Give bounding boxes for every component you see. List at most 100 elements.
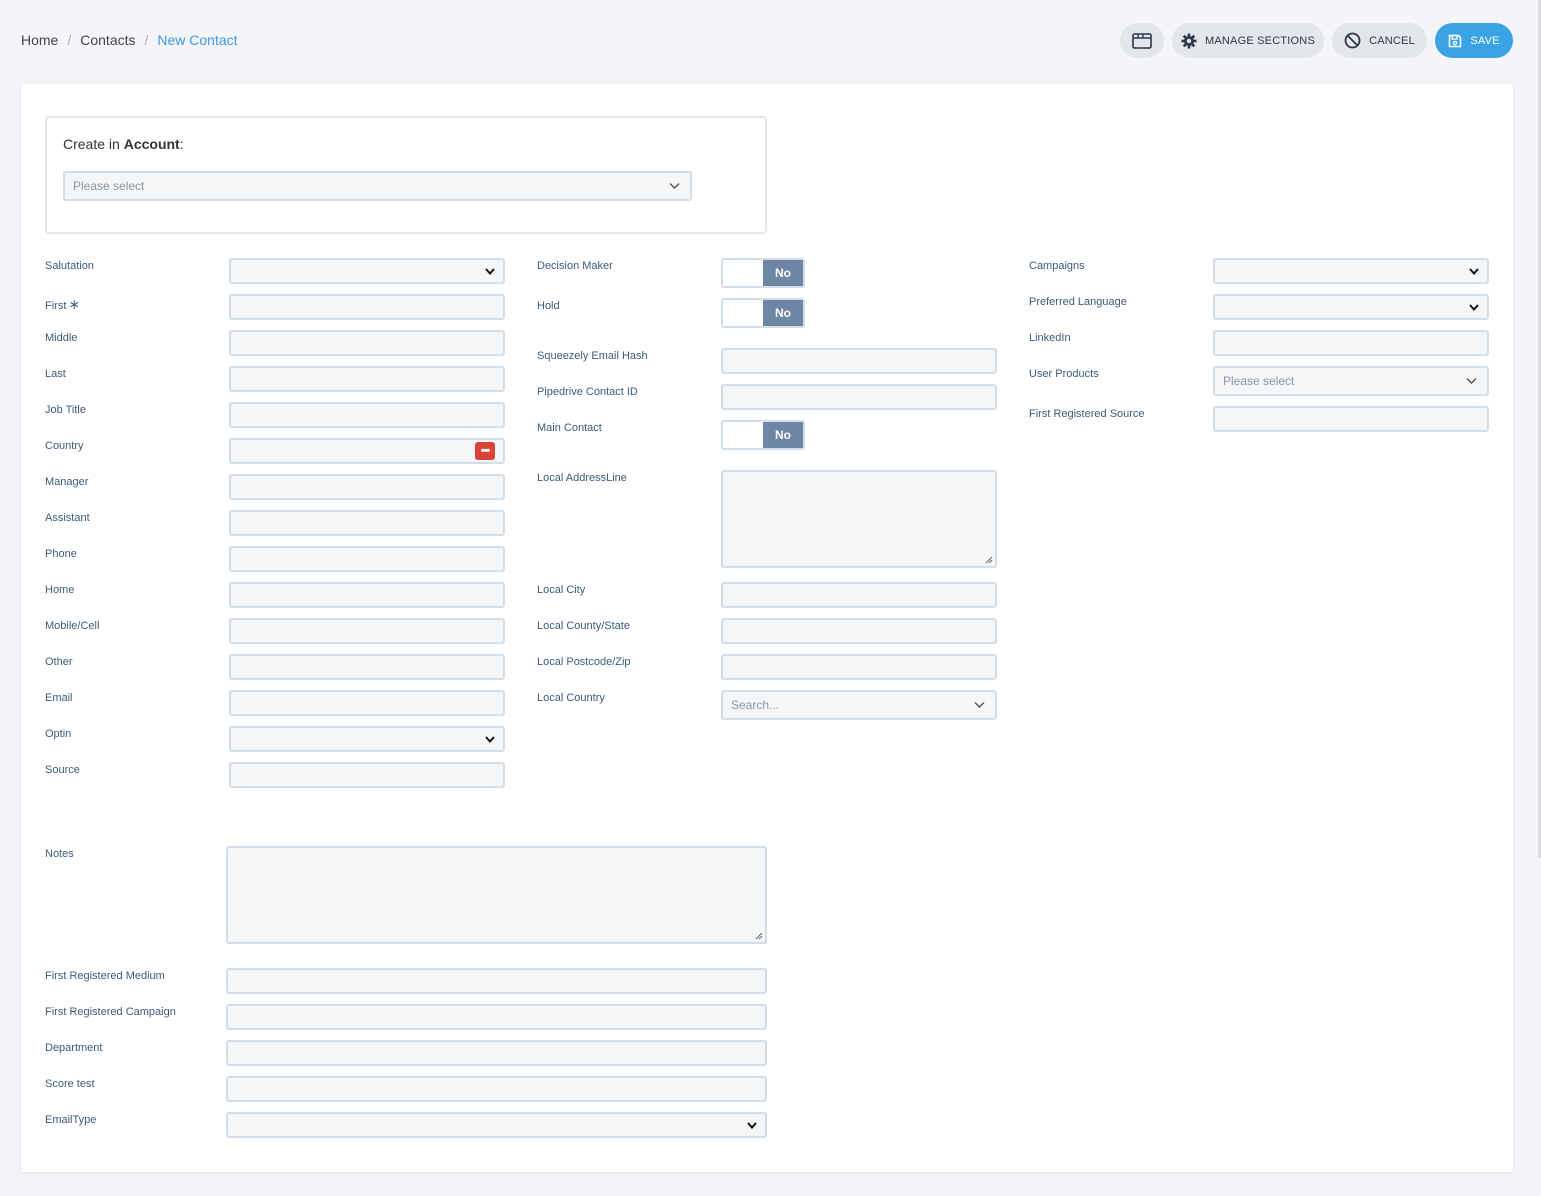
account-select-placeholder: Please select xyxy=(73,179,145,193)
other-phone-label: Other xyxy=(45,656,73,668)
phone-label: Phone xyxy=(45,548,77,560)
breadcrumb-contacts[interactable]: Contacts xyxy=(80,32,135,48)
postcode-label: Local Postcode/Zip xyxy=(537,656,631,668)
email-type-label: EmailType xyxy=(45,1114,97,1126)
chevron-down-icon xyxy=(485,268,495,276)
country-input[interactable]: ••• xyxy=(229,438,505,464)
manager-input[interactable] xyxy=(229,474,505,500)
address-label: Local AddressLine xyxy=(537,472,627,484)
department-label: Department xyxy=(45,1042,103,1054)
language-select[interactable] xyxy=(1213,294,1489,320)
medium-input[interactable] xyxy=(226,968,767,994)
decision-maker-toggle[interactable]: No xyxy=(721,258,805,288)
last-name-label: Last xyxy=(45,368,66,380)
cancel-label: CANCEL xyxy=(1369,34,1415,47)
user-products-placeholder: Please select xyxy=(1223,374,1295,388)
other-phone-input[interactable] xyxy=(229,654,505,680)
main-contact-label: Main Contact xyxy=(537,422,602,434)
local-country-placeholder: Search... xyxy=(731,698,780,712)
pipedrive-label: Pipedrive Contact ID xyxy=(537,386,638,398)
chevron-down-icon xyxy=(485,736,495,744)
job-title-input[interactable] xyxy=(229,402,505,428)
resize-grip-icon[interactable] xyxy=(755,932,763,940)
city-label: Local City xyxy=(537,584,586,596)
score-input[interactable] xyxy=(226,1076,767,1102)
department-input[interactable] xyxy=(226,1040,767,1066)
email-label: Email xyxy=(45,692,73,704)
medium-label: First Registered Medium xyxy=(45,970,165,982)
user-products-label: User Products xyxy=(1029,368,1099,380)
toggle-value: No xyxy=(763,260,803,286)
mobile-label: Mobile/Cell xyxy=(45,620,100,632)
campaign-input[interactable] xyxy=(226,1004,767,1030)
hold-label: Hold xyxy=(537,300,560,312)
mobile-input[interactable] xyxy=(229,618,505,644)
salutation-select[interactable] xyxy=(229,258,505,284)
top-bar: Home / Contacts / New Contact MANAGE SEC… xyxy=(0,0,1541,82)
optin-label: Optin xyxy=(45,728,72,740)
gear-icon xyxy=(1181,33,1197,48)
linkedin-input[interactable] xyxy=(1213,330,1489,356)
first-name-input[interactable] xyxy=(229,294,505,320)
required-marker: ∗ xyxy=(68,296,81,312)
user-products-select[interactable]: Please select xyxy=(1213,366,1489,396)
account-select[interactable]: Please select xyxy=(63,171,692,201)
campaigns-select[interactable] xyxy=(1213,258,1489,284)
salutation-label: Salutation xyxy=(45,260,94,272)
chevron-down-icon xyxy=(1469,304,1479,312)
phone-input[interactable] xyxy=(229,546,505,572)
home-phone-input[interactable] xyxy=(229,582,505,608)
first-source-label: First Registered Source xyxy=(1029,408,1145,420)
save-button[interactable]: SAVE xyxy=(1435,23,1513,58)
ban-icon xyxy=(1344,32,1361,49)
panel-toggle-button[interactable] xyxy=(1120,23,1164,58)
toggle-value: No xyxy=(763,300,803,326)
toggle-value: No xyxy=(763,422,803,448)
local-country-select[interactable]: Search... xyxy=(721,690,997,720)
decision-maker-label: Decision Maker xyxy=(537,260,613,272)
floppy-icon xyxy=(1449,34,1462,47)
email-type-select[interactable] xyxy=(226,1112,767,1138)
manage-sections-button[interactable]: MANAGE SECTIONS xyxy=(1172,23,1324,58)
postcode-input[interactable] xyxy=(721,654,997,680)
source-input[interactable] xyxy=(229,762,505,788)
country-label: Country xyxy=(45,440,84,452)
manage-sections-label: MANAGE SECTIONS xyxy=(1205,34,1315,47)
breadcrumb-separator: / xyxy=(144,32,149,48)
account-title-suffix: : xyxy=(179,136,184,152)
last-name-input[interactable] xyxy=(229,366,505,392)
optin-select[interactable] xyxy=(229,726,505,752)
first-source-input[interactable] xyxy=(1213,406,1489,432)
chevron-down-icon xyxy=(1466,378,1477,384)
middle-name-label: Middle xyxy=(45,332,78,344)
language-label: Preferred Language xyxy=(1029,296,1127,308)
assistant-label: Assistant xyxy=(45,512,90,524)
score-label: Score test xyxy=(45,1078,95,1090)
main-contact-toggle[interactable]: No xyxy=(721,420,805,450)
cancel-button[interactable]: CANCEL xyxy=(1332,23,1427,58)
campaigns-label: Campaigns xyxy=(1029,260,1085,272)
window-icon xyxy=(1132,32,1152,49)
resize-grip-icon[interactable] xyxy=(985,556,993,564)
pipedrive-input[interactable] xyxy=(721,384,997,410)
breadcrumb-current: New Contact xyxy=(157,32,238,48)
middle-name-input[interactable] xyxy=(229,330,505,356)
address-textarea[interactable] xyxy=(721,470,997,568)
country-lookup-button[interactable]: ••• xyxy=(475,442,495,460)
breadcrumb-separator: / xyxy=(67,32,72,48)
county-input[interactable] xyxy=(721,618,997,644)
city-input[interactable] xyxy=(721,582,997,608)
job-title-label: Job Title xyxy=(45,404,86,416)
source-label: Source xyxy=(45,764,80,776)
account-title-prefix: Create in xyxy=(63,136,124,152)
account-title-bold: Account xyxy=(123,136,180,152)
hold-toggle[interactable]: No xyxy=(721,298,805,328)
squeezely-input[interactable] xyxy=(721,348,997,374)
email-input[interactable] xyxy=(229,690,505,716)
chevron-down-icon xyxy=(974,702,985,708)
campaign-label: First Registered Campaign xyxy=(45,1006,176,1018)
county-label: Local County/State xyxy=(537,620,630,632)
assistant-input[interactable] xyxy=(229,510,505,536)
breadcrumb-home[interactable]: Home xyxy=(21,32,58,48)
notes-textarea[interactable] xyxy=(226,846,767,944)
